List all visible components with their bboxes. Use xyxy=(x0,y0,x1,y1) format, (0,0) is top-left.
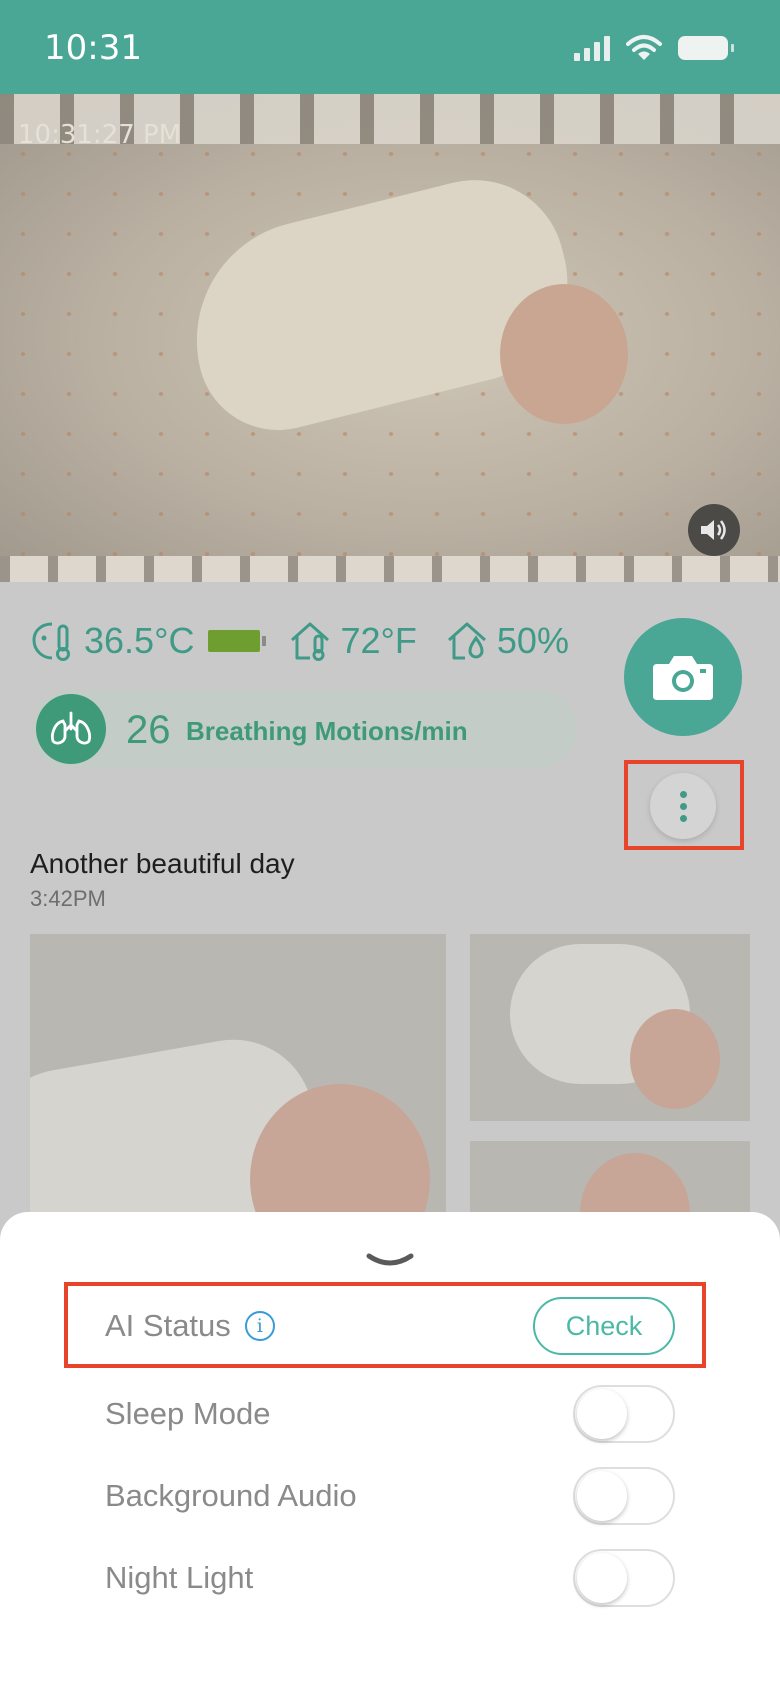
moment-photo[interactable] xyxy=(470,934,750,1121)
moment-time: 3:42PM xyxy=(30,886,106,911)
camera-icon xyxy=(653,656,713,700)
ai-status-check-button[interactable]: Check xyxy=(533,1297,675,1355)
home-humidity-icon xyxy=(447,622,486,660)
settings-sheet: AI Status i Check Sleep Mode Background … xyxy=(0,1212,780,1688)
sleep-mode-row: Sleep Mode xyxy=(105,1382,675,1446)
video-timestamp: 10:31:27 PM xyxy=(18,120,182,150)
ai-status-row: AI Status i Check xyxy=(105,1294,675,1358)
night-light-row: Night Light xyxy=(105,1546,675,1610)
sleep-mode-toggle[interactable] xyxy=(573,1385,675,1443)
speaker-button[interactable] xyxy=(688,504,740,556)
wifi-icon xyxy=(626,35,662,60)
room-humidity-value: 50% xyxy=(496,620,569,661)
background-audio-label: Background Audio xyxy=(105,1478,357,1513)
speaker-icon xyxy=(701,520,726,540)
chevron-down-icon[interactable] xyxy=(365,1250,415,1270)
background-audio-toggle[interactable] xyxy=(573,1467,675,1525)
snapshot-button[interactable] xyxy=(624,618,742,736)
signal-icon xyxy=(574,35,610,61)
night-light-toggle[interactable] xyxy=(573,1549,675,1607)
sleep-mode-label: Sleep Mode xyxy=(105,1396,271,1431)
more-vertical-icon xyxy=(679,790,687,798)
background-audio-row: Background Audio xyxy=(105,1464,675,1528)
moment-photo[interactable] xyxy=(30,934,446,1234)
crib-rail-bottom xyxy=(0,556,780,582)
ai-status-label: AI Status xyxy=(105,1308,231,1343)
moment-title: Another beautiful day xyxy=(30,848,295,879)
status-icons xyxy=(574,34,734,62)
breathing-label: Breathing Motions/min xyxy=(186,716,468,746)
baby-thermometer-icon xyxy=(32,622,70,661)
battery-icon xyxy=(678,36,734,60)
home-thermometer-icon xyxy=(291,622,330,661)
breathing-motions-indicator[interactable]: 26 Breathing Motions/min xyxy=(32,690,577,768)
more-options-button[interactable] xyxy=(650,773,716,839)
room-humidity: 50% xyxy=(445,620,569,662)
info-icon[interactable]: i xyxy=(244,1311,275,1341)
room-temperature-value: 72°F xyxy=(340,620,417,661)
room-temperature: 72°F xyxy=(288,620,417,662)
sensor-battery-icon xyxy=(208,630,267,652)
lungs-icon xyxy=(36,694,106,764)
night-light-label: Night Light xyxy=(105,1560,254,1595)
status-bar: 10:31 xyxy=(0,0,780,94)
status-time: 10:31 xyxy=(44,28,142,68)
skin-temperature-value: 36.5°C xyxy=(84,620,195,661)
vitals-row: 36.5°C 72°F 50% xyxy=(30,620,569,662)
skin-temperature: 36.5°C xyxy=(30,620,267,662)
breathing-count: 26 xyxy=(126,708,171,752)
sleeping-baby-head xyxy=(500,284,628,424)
live-video-feed[interactable]: 10:31:27 PM xyxy=(0,94,780,582)
